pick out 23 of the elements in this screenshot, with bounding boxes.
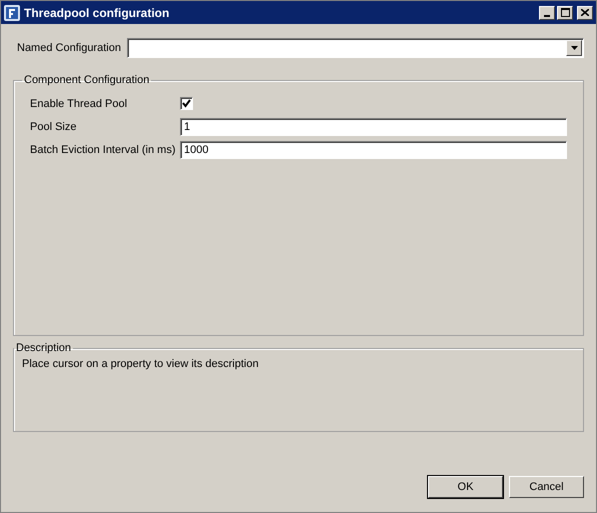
maximize-button[interactable]	[557, 6, 573, 20]
group-title: Component Configuration	[23, 74, 150, 86]
input-field[interactable]: 1	[180, 118, 567, 136]
description-text: Place cursor on a property to view its description	[22, 358, 260, 370]
minimize-button[interactable]	[539, 6, 555, 20]
close-button[interactable]	[577, 6, 593, 20]
property-label: Batch Eviction Interval (in ms)	[30, 144, 176, 156]
dialog-button[interactable]: Cancel	[509, 476, 584, 498]
dropdown-arrow-button[interactable]	[566, 40, 582, 56]
close-icon	[581, 9, 589, 16]
group-title: Description	[15, 342, 72, 354]
field-label: Named Configuration	[17, 42, 121, 54]
minimize-icon	[544, 14, 550, 16]
dialog-button[interactable]: OK	[428, 476, 503, 498]
property-label: Enable Thread Pool	[30, 98, 128, 110]
maximize-icon	[560, 8, 570, 17]
caret-icon	[570, 46, 578, 50]
checkbox[interactable]	[180, 97, 193, 110]
input-field[interactable]: 1000	[180, 140, 567, 158]
app-icon	[4, 4, 20, 20]
named-configuration-dropdown[interactable]	[126, 38, 584, 58]
window-title: Threadpool configuration	[24, 6, 170, 20]
property-label: Pool Size	[30, 120, 78, 132]
